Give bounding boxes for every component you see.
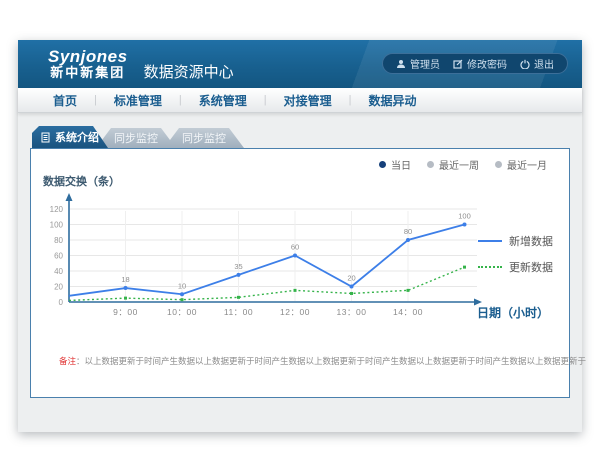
tab-sync-monitor-2[interactable]: 同步监控 xyxy=(164,128,244,148)
tab-label: 系统介绍 xyxy=(55,129,99,145)
x-tick-label: 9：00 xyxy=(113,307,138,317)
footnote-label: 备注 xyxy=(59,356,76,366)
page-title: 数据资源中心 xyxy=(144,61,234,82)
document-icon xyxy=(41,132,50,143)
change-password-label: 修改密码 xyxy=(467,56,507,71)
legend-line-solid-icon xyxy=(478,240,502,242)
y-tick-label: 100 xyxy=(50,221,64,230)
data-point xyxy=(350,292,353,295)
y-tick-label: 80 xyxy=(54,236,63,245)
tab-system-intro[interactable]: 系统介绍 xyxy=(32,126,108,148)
nav-item-interface-mgmt[interactable]: 对接管理 xyxy=(267,92,349,109)
data-point xyxy=(237,273,241,277)
footnote: 备注：以上数据更新于时间产生数据以上数据更新于时间产生数据以上数据更新于时间产生… xyxy=(59,355,559,367)
line-chart: 0 20 40 60 80 100 120 9：00 10：00 11：00 12：00 13：00 1… xyxy=(41,191,491,325)
user-icon xyxy=(396,59,406,69)
edit-icon xyxy=(453,59,463,69)
y-tick-label: 60 xyxy=(54,252,63,261)
radio-dot-icon xyxy=(495,161,502,168)
data-point xyxy=(237,296,240,299)
x-axis-title: 日期（小时） xyxy=(477,304,549,321)
logo-wordmark: Synjones xyxy=(48,47,128,67)
y-tick-label: 40 xyxy=(54,267,63,276)
logout-label: 退出 xyxy=(534,56,554,71)
y-axis-arrow-icon xyxy=(66,193,73,201)
time-range-filter: 当日 最近一周 最近一月 xyxy=(379,157,547,172)
x-tick-label: 11：00 xyxy=(224,307,253,317)
radio-last-week[interactable]: 最近一周 xyxy=(427,157,479,172)
data-point xyxy=(350,285,354,289)
nav-item-standard-mgmt[interactable]: 标准管理 xyxy=(97,92,179,109)
content-area: 系统介绍 同步监控 同步监控 当日 最近一周 xyxy=(18,113,582,432)
data-point-label: 80 xyxy=(404,227,412,236)
app-header: Synjones 新中新集团 数据资源中心 管理员 修改密码 退出 xyxy=(18,40,582,88)
x-tick-label: 12：00 xyxy=(280,307,310,317)
radio-today-label: 当日 xyxy=(391,157,411,172)
change-password-button[interactable]: 修改密码 xyxy=(453,56,507,71)
data-point xyxy=(180,292,184,296)
logo-company-name: 新中新集团 xyxy=(48,66,128,81)
radio-last-month[interactable]: 最近一月 xyxy=(495,157,547,172)
chart-panel: 当日 最近一周 最近一月 数据交换（条） 0 20 40 60 80 100 120 9：00… xyxy=(30,148,570,398)
data-point-label: 100 xyxy=(458,212,471,221)
data-point xyxy=(407,289,410,292)
nav-item-system-mgmt[interactable]: 系统管理 xyxy=(182,92,264,109)
main-nav: 首页 | 标准管理 | 系统管理 | 对接管理 | 数据异动 xyxy=(18,88,582,113)
y-tick-label: 120 xyxy=(50,205,64,214)
data-point xyxy=(124,286,128,290)
tab-sync-monitor-1[interactable]: 同步监控 xyxy=(96,128,176,148)
power-icon xyxy=(520,59,530,69)
data-point xyxy=(293,254,297,258)
y-tick-label: 0 xyxy=(59,298,64,307)
data-point xyxy=(463,266,466,269)
tab-bar: 系统介绍 同步监控 同步监控 xyxy=(32,126,582,148)
user-menu-admin[interactable]: 管理员 xyxy=(396,56,440,71)
data-point xyxy=(463,223,467,227)
tab-label: 同步监控 xyxy=(114,130,158,146)
legend-label: 更新数据 xyxy=(509,259,553,275)
radio-dot-icon xyxy=(427,161,434,168)
radio-dot-icon xyxy=(379,161,386,168)
chart-legend: 新增数据 更新数据 xyxy=(478,233,553,275)
user-menu: 管理员 修改密码 退出 xyxy=(382,53,568,74)
app-window: Synjones 新中新集团 数据资源中心 管理员 修改密码 退出 首页 | 标… xyxy=(18,40,582,432)
data-point xyxy=(181,298,184,301)
radio-today[interactable]: 当日 xyxy=(379,157,411,172)
logo[interactable]: Synjones 新中新集团 xyxy=(48,47,128,81)
x-tick-label: 10：00 xyxy=(167,307,197,317)
legend-line-dotted-icon xyxy=(478,266,502,268)
tab-label: 同步监控 xyxy=(182,130,226,146)
y-axis-title: 数据交换（条） xyxy=(43,173,120,189)
data-point xyxy=(124,297,127,300)
logout-button[interactable]: 退出 xyxy=(520,56,554,71)
data-point-label: 60 xyxy=(291,243,299,252)
legend-label: 新增数据 xyxy=(509,233,553,249)
data-point-label: 10 xyxy=(178,281,186,290)
legend-item-new-data: 新增数据 xyxy=(478,233,553,249)
nav-item-home[interactable]: 首页 xyxy=(36,92,94,109)
x-tick-label: 13：00 xyxy=(337,307,367,317)
nav-item-data-change[interactable]: 数据异动 xyxy=(352,92,434,109)
radio-last-month-label: 最近一月 xyxy=(507,157,547,172)
radio-last-week-label: 最近一周 xyxy=(439,157,479,172)
footnote-text: ：以上数据更新于时间产生数据以上数据更新于时间产生数据以上数据更新于时间产生数据… xyxy=(76,356,586,366)
data-point-label: 35 xyxy=(234,262,242,271)
data-point-label: 18 xyxy=(121,275,129,284)
legend-item-update-data: 更新数据 xyxy=(478,259,553,275)
y-tick-label: 20 xyxy=(54,283,63,292)
data-point xyxy=(406,238,410,242)
user-menu-admin-label: 管理员 xyxy=(410,56,440,71)
data-point xyxy=(294,289,297,292)
data-point-label: 20 xyxy=(347,274,355,283)
x-tick-label: 14：00 xyxy=(393,307,423,317)
